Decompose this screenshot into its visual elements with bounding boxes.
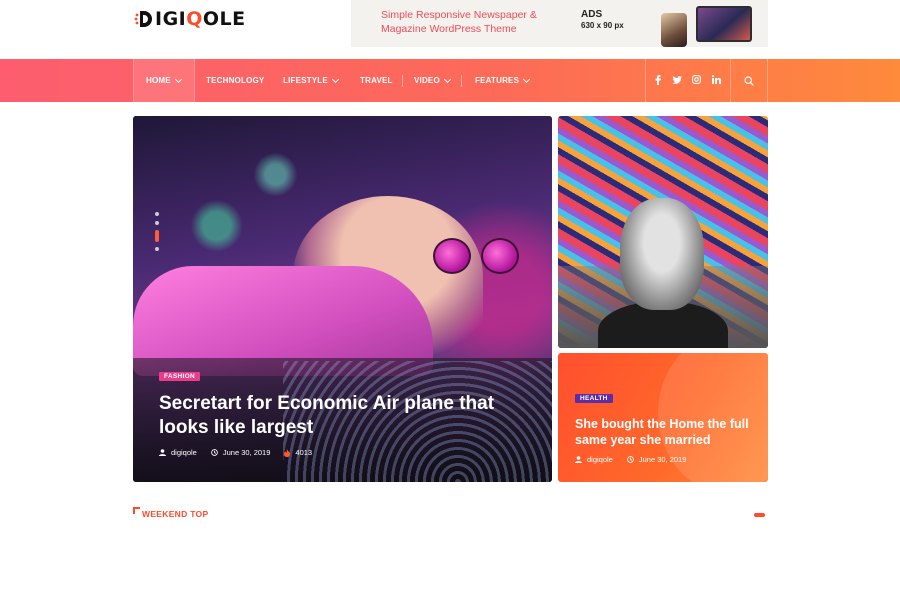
category-badge-health[interactable]: HEALTH — [575, 394, 613, 403]
chevron-down-icon — [443, 75, 451, 83]
hero-title[interactable]: Secretart for Economic Air plane that lo… — [159, 392, 519, 440]
carousel-nav-pill[interactable] — [754, 513, 765, 517]
author-meta[interactable]: digiqole — [159, 448, 197, 457]
ad-line-1: Simple Responsive Newspaper & — [381, 9, 537, 21]
hero-date: June 30, 2019 — [222, 448, 271, 457]
nav-divider — [461, 75, 462, 87]
page: IGIQOLE Simple Responsive Newspaper & Ma… — [0, 0, 900, 600]
fire-icon — [284, 448, 291, 457]
author-meta[interactable]: digiqole — [575, 455, 613, 464]
nav-item-lifestyle[interactable]: LIFESTYLE — [283, 59, 339, 102]
side-image-figure-face — [620, 198, 704, 310]
ad-phone-image — [661, 13, 687, 47]
hero-image-glasses — [433, 238, 523, 274]
nav-item-home[interactable]: HOME — [133, 59, 195, 102]
nav-label-technology: TECHNOLOGY — [206, 76, 265, 85]
slider-dot[interactable] — [155, 221, 159, 225]
chevron-down-icon — [331, 75, 339, 83]
nav-item-features[interactable]: FEATURES — [475, 59, 531, 102]
facebook-icon[interactable] — [655, 74, 662, 87]
nav-label-home: HOME — [146, 76, 171, 85]
clock-icon — [211, 449, 218, 456]
chevron-down-icon — [523, 75, 531, 83]
slider-dot[interactable] — [155, 212, 159, 216]
nav-item-technology[interactable]: TECHNOLOGY — [206, 59, 264, 102]
ad-title: ADS — [581, 9, 603, 20]
slider-dot[interactable] — [155, 247, 159, 251]
category-badge-fashion[interactable]: FASHION — [159, 372, 200, 381]
side-post-meta: digiqole June 30, 2019 — [575, 455, 700, 464]
clock-icon — [627, 456, 634, 463]
logo-text: IGIQOLE — [155, 8, 246, 30]
chevron-down-icon — [174, 75, 182, 83]
ad-line-2: Magazine WordPress Theme — [381, 23, 517, 35]
site-logo[interactable]: IGIQOLE — [133, 8, 246, 30]
slider-dot-active[interactable] — [155, 230, 159, 242]
nav-item-travel[interactable]: TRAVEL — [360, 59, 393, 102]
hero-author: digiqole — [171, 448, 197, 457]
views-meta: 4013 — [284, 448, 312, 457]
heading-corner-decor — [133, 507, 140, 514]
linkedin-icon[interactable] — [711, 75, 721, 86]
hero-views: 4013 — [295, 448, 313, 457]
search-icon — [744, 75, 754, 86]
logo-mark-icon — [133, 9, 153, 29]
nav-divider — [402, 75, 403, 87]
instagram-icon[interactable] — [692, 75, 702, 86]
ad-laptop-image — [696, 6, 752, 42]
search-button[interactable] — [730, 59, 768, 102]
nav-label-video: VIDEO — [414, 76, 440, 85]
ad-size: 630 x 90 px — [581, 21, 624, 30]
side-post-author: digiqole — [587, 455, 613, 464]
nav-label-travel: TRAVEL — [360, 76, 393, 85]
user-icon — [575, 456, 582, 463]
social-links — [645, 59, 730, 102]
twitter-icon[interactable] — [671, 75, 682, 86]
slider-dots[interactable] — [155, 212, 159, 256]
section-title: WEEKEND TOP — [142, 509, 209, 519]
date-meta: June 30, 2019 — [627, 455, 687, 464]
weekend-top-heading: WEEKEND TOP — [133, 507, 209, 519]
main-nav: HOME TECHNOLOGY LIFESTYLE TRAVEL VIDEO F… — [0, 59, 900, 102]
side-post-title[interactable]: She bought the Home the full same year s… — [575, 416, 760, 448]
side-post-date: June 30, 2019 — [638, 455, 687, 464]
nav-item-video[interactable]: VIDEO — [414, 59, 451, 102]
ad-banner[interactable]: Simple Responsive Newspaper & Magazine W… — [351, 0, 768, 47]
hero-meta: digiqole June 30, 2019 4013 — [159, 448, 326, 457]
side-image-post[interactable] — [558, 116, 768, 348]
date-meta: June 30, 2019 — [211, 448, 271, 457]
nav-label-features: FEATURES — [475, 76, 520, 85]
nav-label-lifestyle: LIFESTYLE — [283, 76, 328, 85]
user-icon — [159, 449, 166, 456]
